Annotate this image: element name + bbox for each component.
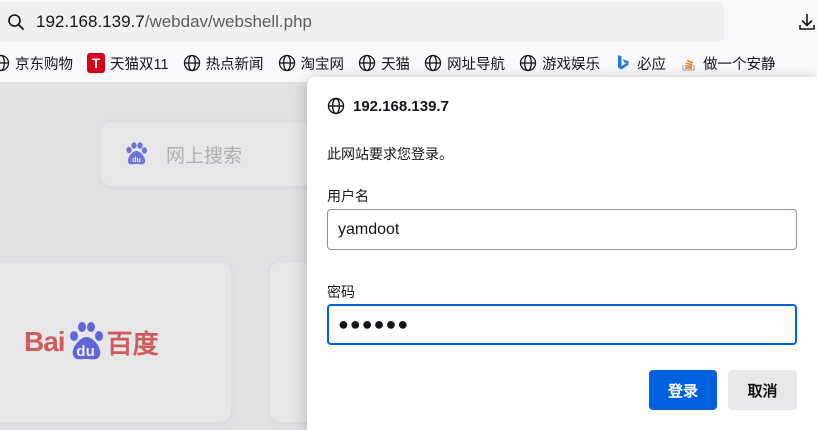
bookmark-label: 淘宝网 [300,56,345,73]
globe-icon [183,54,201,72]
dialog-host: 192.168.139.7 [353,97,449,115]
globe-icon [327,97,345,115]
address-bar[interactable]: 192.168.139.7/webdav/webshell.php [0,2,724,42]
url-path: /webdav/webshell.php [144,12,312,31]
bookmark-label: 网址导航 [447,56,506,73]
dialog-message: 此网站要求您登录。 [327,146,453,162]
bookmark-label: 必应 [637,56,667,73]
login-button[interactable]: 登录 [649,370,717,410]
globe-icon [424,54,442,72]
bookmark-stackoverflow[interactable]: 做一个安静 [680,48,782,78]
url-host: 192.168.139.7 [36,12,145,31]
bookmark-bing[interactable]: 必应 [614,48,672,78]
stackoverflow-icon [680,54,698,72]
globe-icon [358,54,376,72]
username-field[interactable]: yamdoot [327,209,797,250]
bookmark-taobao[interactable]: 淘宝网 [278,48,351,78]
bookmark-hot-news[interactable]: 热点新闻 [183,48,270,78]
bookmark-games[interactable]: 游戏娱乐 [519,48,606,78]
search-icon [6,12,26,32]
password-label: 密码 [327,284,355,300]
url-text: 192.168.139.7/webdav/webshell.php [36,12,312,32]
bookmark-tmall[interactable]: 天猫 [358,48,416,78]
bookmark-label: 天猫 [381,56,411,73]
globe-icon [278,54,296,72]
password-field[interactable]: ●●●●●● [327,304,797,345]
auth-dialog: 192.168.139.7 此网站要求您登录。 用户名 yamdoot 密码 ●… [307,77,817,430]
cancel-button[interactable]: 取消 [728,370,797,410]
bing-icon [614,54,632,72]
download-icon[interactable] [797,12,817,32]
tmall-icon: T [87,53,105,73]
bookmark-tmall-1111[interactable]: T 天猫双11 [87,48,175,78]
bookmark-label: 京东购物 [15,56,73,73]
bookmark-url-nav[interactable]: 网址导航 [424,48,511,78]
username-label: 用户名 [327,188,369,204]
url-row: 192.168.139.7/webdav/webshell.php [0,0,817,44]
bookmark-label: 游戏娱乐 [542,56,601,73]
globe-icon [0,54,10,72]
bookmark-jd[interactable]: 京东购物 [0,48,79,78]
tmall-glyph: T [87,53,105,73]
bookmark-label: 热点新闻 [205,56,264,73]
bookmark-label: 天猫双11 [110,56,169,73]
globe-icon [519,54,537,72]
dialog-header: 192.168.139.7 [327,97,449,115]
bookmark-label: 做一个安静 [703,56,776,73]
